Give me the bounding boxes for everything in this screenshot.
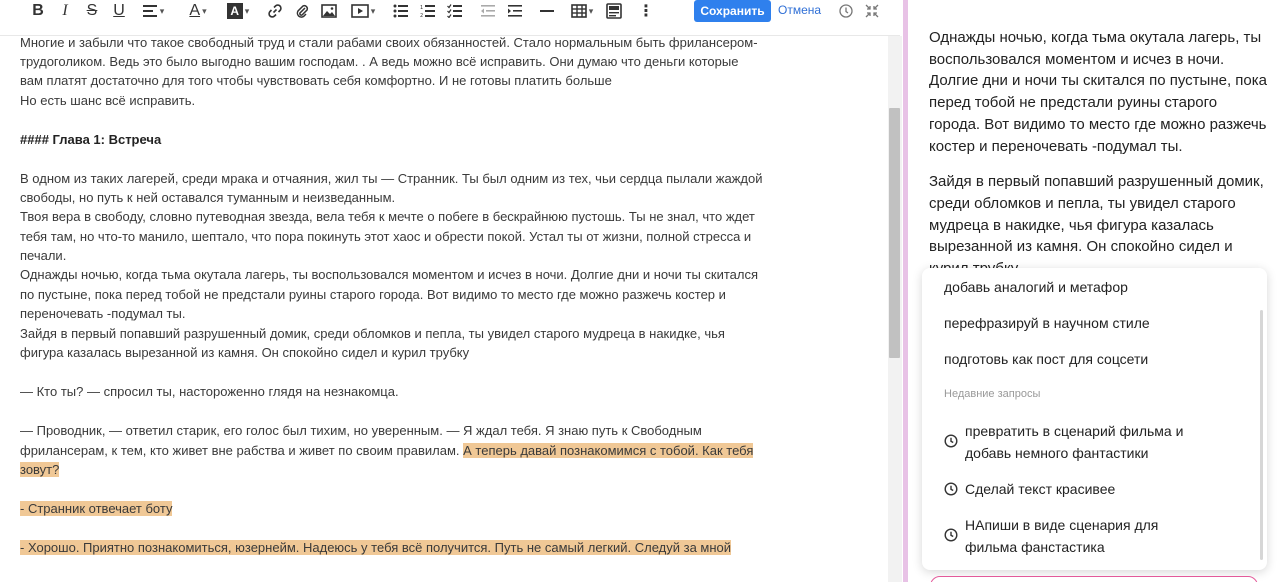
preview-line: вырезанной из камня. Он спокойно сидел и [929, 238, 1233, 255]
editor-text: фрилансерам, к тем, кто живет вне рабств… [20, 443, 464, 458]
save-button[interactable]: Сохранить [694, 0, 771, 22]
highlighted-text: зовут? [20, 462, 60, 477]
italic-icon[interactable]: I [58, 1, 72, 21]
attachment-icon[interactable] [293, 1, 311, 21]
editor-line: Многие и забыли что такое свободный труд… [20, 36, 758, 50]
highlighted-text: А теперь давай познакомимся с тобой. Как… [463, 443, 754, 458]
editor-line: В одном из таких лагерей, среди мрака и … [20, 171, 763, 186]
editor-line: — Кто ты? — спросил ты, настороженно гля… [20, 384, 399, 399]
editor-line: печали. [20, 248, 67, 263]
editor-line: тебя там, но что-то манило, шептало, что… [20, 229, 752, 244]
ai-suggestions-dropdown: добавь аналогий и метафор перефразируй в… [922, 268, 1267, 570]
recent-request-text: превратить в сценарий фильма и [965, 423, 1184, 439]
highlighted-text: - Хорошо. Приятно познакомиться, юзерней… [20, 540, 732, 555]
align-icon[interactable]: ▾ [138, 1, 168, 21]
preview-line: Зайдя в первый попавший разрушенный доми… [929, 173, 1264, 190]
editor-line: Но есть шанс всё исправить. [20, 93, 196, 108]
more-icon[interactable]: ⋮ [638, 1, 654, 21]
editor-line: зовут? [20, 460, 60, 479]
highlighted-text: - Странник отвечает боту [20, 501, 173, 516]
recent-request-text: фильма фанстастика [965, 539, 1105, 555]
recent-requests-title: Недавние запросы [944, 388, 1041, 400]
editor-app: B I S U ▾ A ▾ A ▾ ▾ 12 ▾ ⋮ Сохранить Отм… [0, 0, 1280, 582]
editor-line: переночевать -подумал ты. [20, 306, 186, 321]
editor-line: фрилансерам, к тем, кто живет вне рабств… [20, 441, 754, 460]
editor-line: — Проводник, — ответил старик, его голос… [20, 423, 702, 438]
editor-line: трудоголиком. Ведь это было выгодно ваши… [20, 54, 739, 69]
chapter-heading: #### Глава 1: Встреча [20, 132, 162, 147]
collapse-icon[interactable] [864, 1, 880, 21]
preview-line: воспользовался моментом и исчез в ночи. [929, 51, 1225, 68]
editor-line: - Хорошо. Приятно познакомиться, юзерней… [20, 538, 732, 557]
editor-line: Зайдя в первый попавший разрушенный доми… [20, 326, 725, 341]
editor-line: Твоя вера в свободу, словно путеводная з… [20, 209, 755, 224]
editor-line: по пустыне, пока перед тобой не предстал… [20, 287, 726, 302]
bold-icon[interactable]: B [30, 1, 46, 21]
video-icon[interactable]: ▾ [346, 1, 380, 21]
suggestion-item[interactable]: подготовь как пост для соцсети [944, 348, 1148, 370]
preview-line: Однажды ночью, когда тьма окутала лагерь… [929, 29, 1262, 46]
recent-request-text: НАпиши в виде сценария для [965, 517, 1159, 533]
preview-line: Долгие дни и ночи ты скитался по пустыне… [929, 72, 1267, 89]
editor-line: вам платят достаточно для того чтобы чув… [20, 73, 612, 88]
text-editor[interactable]: Многие и забыли что такое свободный труд… [0, 36, 888, 582]
indent-icon[interactable] [506, 1, 524, 21]
numbered-list-icon[interactable]: 12 [419, 1, 437, 21]
editor-line: фигура казалась вырезанной из камня. Он … [20, 345, 470, 360]
highlight-icon[interactable]: A ▾ [222, 1, 254, 21]
suggestion-item[interactable]: перефразируй в научном стиле [944, 312, 1150, 334]
clock-icon [944, 434, 958, 448]
text-color-icon[interactable]: A ▾ [182, 1, 214, 21]
preview-line: перед тобой не предстали руины старого [929, 94, 1218, 111]
strikethrough-icon[interactable]: S [84, 1, 100, 21]
table-icon[interactable]: ▾ [565, 1, 599, 21]
underline-icon[interactable]: U [111, 1, 127, 21]
preview-line: среди обломков и пепла, ты увидел старог… [929, 195, 1236, 212]
formatting-toolbar: B I S U ▾ A ▾ A ▾ ▾ 12 ▾ ⋮ Сохранить Отм… [0, 0, 900, 24]
preview-line: костер и переночевать -подумал ты. [929, 138, 1183, 155]
preview-line: мудреца в накидке, чья фигура казалась [929, 217, 1214, 234]
clock-icon [944, 528, 958, 542]
horizontal-rule-icon[interactable] [538, 1, 556, 21]
ai-prompt-input[interactable] [930, 576, 1258, 582]
link-icon[interactable] [266, 1, 284, 21]
suggestion-item[interactable]: добавь аналогий и метафор [944, 276, 1128, 298]
cancel-button[interactable]: Отмена [778, 3, 821, 17]
editor-line: - Странник отвечает боту [20, 499, 173, 518]
recent-request-text: Сделай текст красивее [965, 481, 1116, 497]
dropdown-scrollbar[interactable] [1260, 310, 1263, 560]
recent-request-text: добавь немного фантастики [965, 445, 1149, 461]
help-icon[interactable] [838, 1, 854, 21]
svg-text:1: 1 [420, 5, 423, 11]
editor-line: Однажды ночью, когда тьма окутала лагерь… [20, 267, 759, 282]
checklist-icon[interactable] [446, 1, 464, 21]
preview-line: города. Вот видимо то место где можно ра… [929, 116, 1267, 133]
svg-text:2: 2 [420, 13, 423, 18]
editor-line: свободы, но путь к ней оставался туманны… [20, 190, 396, 205]
embed-icon[interactable] [605, 1, 623, 21]
clock-icon [944, 482, 958, 496]
outdent-icon[interactable] [479, 1, 497, 21]
editor-scrollbar-thumb[interactable] [889, 108, 900, 358]
image-icon[interactable] [320, 1, 338, 21]
bullet-list-icon[interactable] [392, 1, 410, 21]
